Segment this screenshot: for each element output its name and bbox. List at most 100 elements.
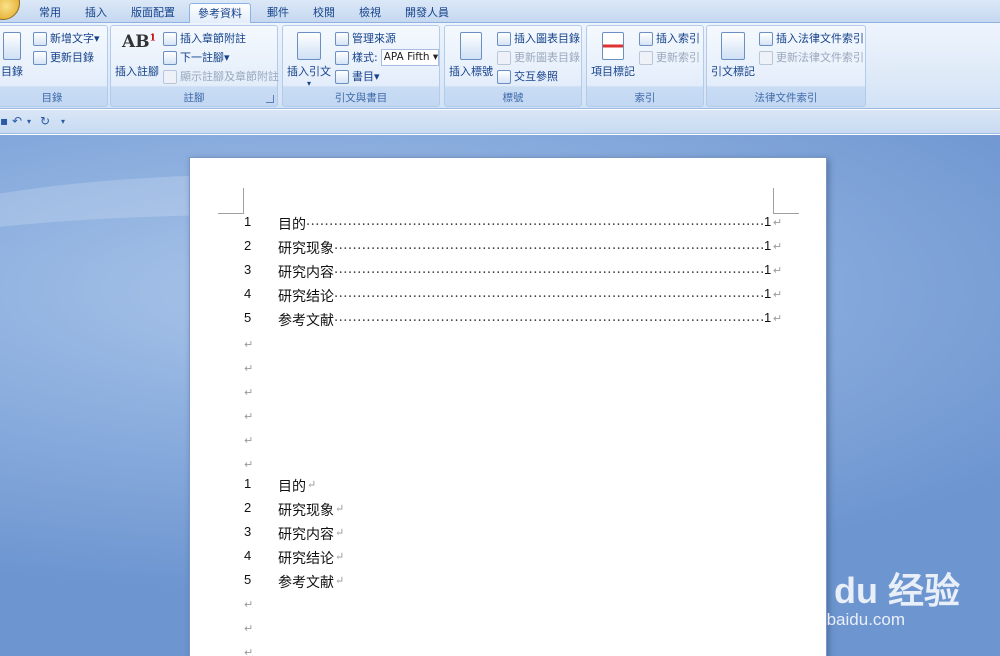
show-notes-icon: [163, 69, 177, 84]
caption-icon: [460, 32, 482, 60]
watermark-main-text: Bai du 经验: [768, 570, 961, 611]
insert-endnote-label: 插入章節附註: [180, 32, 246, 45]
tab-home[interactable]: 常用: [30, 3, 70, 23]
update-table-of-authorities-button[interactable]: 更新法律文件索引: [759, 49, 864, 66]
toc-page-number: 1: [764, 238, 772, 253]
toc-entry[interactable]: 5 参考文献...................................…: [244, 310, 784, 332]
update-toc-button[interactable]: 更新目錄: [33, 49, 94, 66]
footnote-group: AB1 插入註腳 插入章節附註 下一註腳 ▾ 顯示註腳及章節附註 註腳: [110, 25, 279, 107]
tab-references[interactable]: 參考資料: [189, 3, 251, 23]
toc-button[interactable]: 目錄: [0, 32, 25, 79]
toc-group: 目錄 新增文字 ▾ 更新目錄 目錄: [0, 25, 108, 107]
toc-entry[interactable]: 1 目的.....................................…: [244, 214, 784, 236]
index-group: 項目標記 插入索引 更新索引 索引: [586, 25, 704, 107]
toc-dot-leader: ........................................…: [306, 214, 763, 229]
empty-paragraph: ↵: [244, 410, 254, 423]
mark-entry-button[interactable]: 項目標記: [589, 32, 637, 79]
heading-line[interactable]: 1 目的 ↵: [244, 476, 544, 498]
insert-index-button[interactable]: 插入索引: [639, 30, 700, 47]
customize-toolbar-icon[interactable]: ▾: [61, 117, 65, 126]
insert-caption-button[interactable]: 插入標號: [447, 32, 495, 79]
mark-citation-icon: [721, 32, 745, 60]
toc-entry-number: 2: [244, 238, 252, 253]
heading-text: 研究现象: [278, 503, 334, 519]
bibliography-label: 書目: [352, 70, 374, 83]
insert-table-of-authorities-button[interactable]: 插入法律文件索引: [759, 30, 864, 47]
mark-citation-button[interactable]: 引文標記: [709, 32, 757, 79]
paragraph-mark: ↵: [307, 478, 317, 491]
redo-icon[interactable]: ↻: [40, 114, 50, 128]
paragraph-mark: ↵: [335, 526, 345, 539]
insert-table-of-authorities-label: 插入法律文件索引: [776, 32, 864, 45]
heading-number: 2: [244, 500, 252, 515]
caption-group-label: 標號: [502, 92, 524, 104]
heading-line[interactable]: 2 研究现象 ↵: [244, 500, 544, 522]
tab-insert[interactable]: 插入: [76, 3, 116, 23]
crop-mark-top-right: [773, 188, 799, 214]
toc-entry-text: 目的: [278, 217, 306, 233]
heading-line[interactable]: 5 参考文献 ↵: [244, 572, 544, 594]
style-value: APA Fifth: [383, 51, 430, 63]
tab-developer[interactable]: 開發人員: [398, 3, 456, 23]
insert-endnote-button[interactable]: 插入章節附註: [163, 30, 246, 47]
undo-dropdown-icon[interactable]: ▾: [27, 117, 31, 126]
update-index-icon: [639, 50, 653, 65]
cross-reference-button[interactable]: 交互參照: [497, 68, 558, 85]
tab-mailings[interactable]: 郵件: [258, 3, 298, 23]
table-of-figures-icon: [497, 31, 511, 46]
paragraph-mark: ↵: [773, 289, 783, 301]
toc-entry[interactable]: 2 研究现象...................................…: [244, 238, 784, 260]
manage-sources-button[interactable]: 管理來源: [335, 30, 396, 47]
toc-entry[interactable]: 3 研究内容...................................…: [244, 262, 784, 284]
toc-dot-leader: ........................................…: [334, 310, 763, 325]
office-button[interactable]: [0, 0, 20, 20]
undo-icon[interactable]: ↶: [12, 114, 22, 128]
ribbon: 目錄 新增文字 ▾ 更新目錄 目錄 AB1 插入註腳 插入章節附註 下一註腳 ▾…: [0, 23, 1000, 109]
style-dropdown[interactable]: APA Fifth ▾: [380, 49, 439, 66]
heading-line[interactable]: 3 研究内容 ↵: [244, 524, 544, 546]
toc-dot-leader: ........................................…: [334, 238, 763, 253]
insert-table-of-figures-button[interactable]: 插入圖表目錄: [497, 30, 580, 47]
paragraph-mark: ↵: [335, 574, 345, 587]
show-notes-button[interactable]: 顯示註腳及章節附註: [163, 68, 279, 85]
cross-reference-icon: [497, 69, 511, 84]
empty-paragraph: ↵: [244, 622, 254, 635]
add-text-button[interactable]: 新增文字 ▾: [33, 30, 100, 47]
tab-page-layout[interactable]: 版面配置: [122, 3, 184, 23]
toc-group-label: 目錄: [41, 92, 63, 104]
insert-footnote-button[interactable]: AB1 插入註腳: [113, 32, 161, 79]
tab-review[interactable]: 校閱: [304, 3, 344, 23]
heading-number: 3: [244, 524, 252, 539]
citation-icon: [297, 32, 321, 60]
toc-dot-leader: ........................................…: [334, 262, 763, 277]
footnote-dialog-launcher-icon[interactable]: [266, 95, 274, 103]
update-index-button[interactable]: 更新索引: [639, 49, 700, 66]
toc-icon: [3, 32, 21, 60]
toc-entry-number: 4: [244, 286, 252, 301]
manage-sources-label: 管理來源: [352, 32, 396, 45]
empty-paragraph: ↵: [244, 598, 254, 611]
paragraph-mark: ↵: [773, 241, 783, 253]
empty-paragraph: ↵: [244, 362, 254, 375]
heading-line[interactable]: 4 研究结论 ↵: [244, 548, 544, 570]
heading-text: 目的: [278, 479, 306, 495]
footnote-icon: AB1: [122, 32, 156, 52]
next-footnote-button[interactable]: 下一註腳 ▾: [163, 49, 230, 66]
authorities-group-label: 法律文件索引: [754, 92, 818, 104]
heading-text: 研究内容: [278, 527, 334, 543]
bibliography-button[interactable]: 書目 ▾: [335, 68, 380, 85]
empty-paragraph: ↵: [244, 646, 254, 656]
save-icon[interactable]: ▪: [0, 114, 8, 128]
insert-citation-button[interactable]: 插入引文 ▾: [287, 32, 331, 88]
toc-entry[interactable]: 4 研究结论...................................…: [244, 286, 784, 308]
insert-table-of-figures-label: 插入圖表目錄: [514, 32, 580, 45]
heading-number: 4: [244, 548, 252, 563]
document-page[interactable]: 1 目的.....................................…: [189, 157, 827, 656]
update-table-of-figures-button[interactable]: 更新圖表目錄: [497, 49, 580, 66]
toc-entry-number: 3: [244, 262, 252, 277]
mark-entry-label: 項目標記: [591, 65, 635, 78]
quick-access-toolbar: ▪ ↶ ▾ ↻ ▾: [0, 110, 1000, 134]
update-table-of-figures-label: 更新圖表目錄: [514, 51, 580, 64]
paragraph-mark: ↵: [335, 550, 345, 563]
tab-view[interactable]: 檢視: [350, 3, 390, 23]
